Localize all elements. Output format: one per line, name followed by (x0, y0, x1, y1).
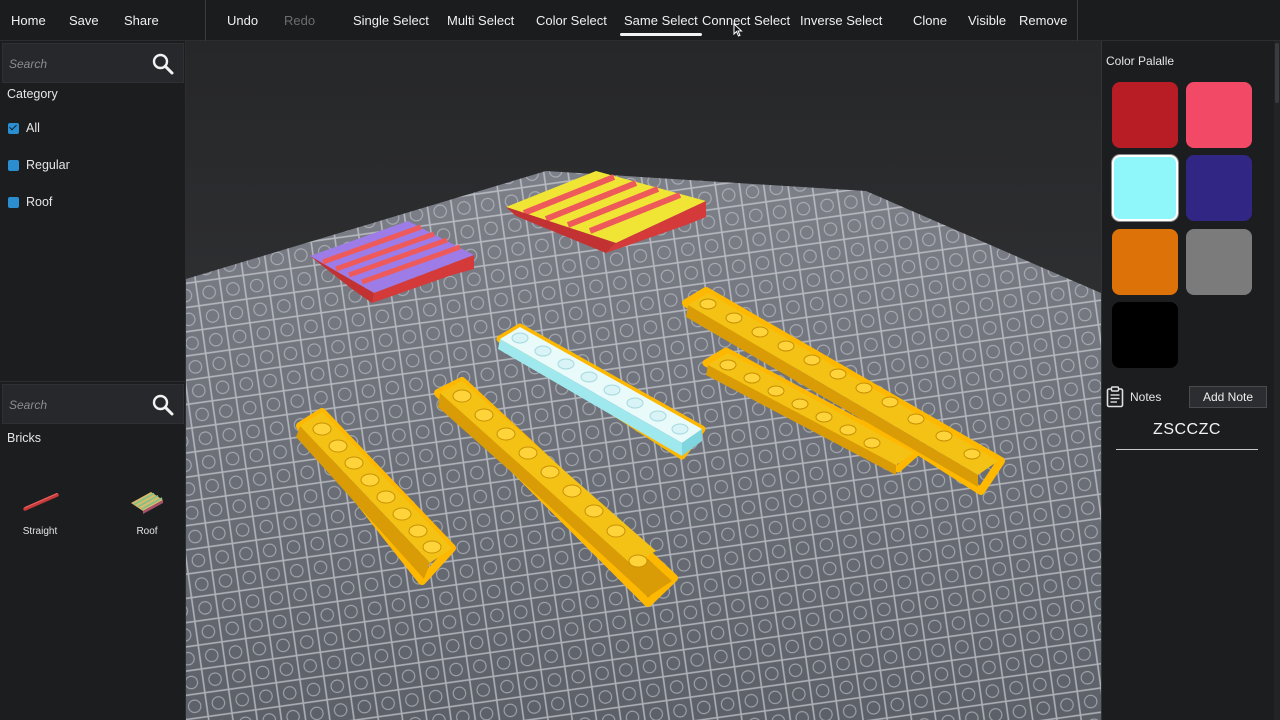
brick-search-input[interactable] (9, 394, 139, 416)
add-note-button[interactable]: Add Note (1189, 386, 1267, 408)
left-panel: Category All Regular Roof Bricks Straigh… (0, 41, 186, 720)
mouse-cursor-icon (733, 23, 743, 37)
category-search-input[interactable] (9, 53, 139, 75)
inverse-select-button[interactable]: Inverse Select (800, 0, 882, 41)
edit-actions-group: Undo Redo Single Select Multi Select Col… (206, 0, 1078, 41)
search-icon[interactable] (151, 393, 175, 417)
redo-button[interactable]: Redo (284, 0, 315, 41)
straight-brick-icon (23, 493, 59, 511)
color-swatch-gray[interactable] (1186, 229, 1252, 295)
color-swatch-red[interactable] (1112, 82, 1178, 148)
3d-viewport[interactable] (186, 41, 1101, 720)
checkbox-checked-icon (8, 122, 19, 134)
visible-button[interactable]: Visible (968, 0, 1006, 41)
category-roof-checkbox[interactable]: Roof (8, 194, 52, 210)
category-label: All (26, 121, 40, 135)
home-button[interactable]: Home (11, 0, 46, 41)
category-search (2, 43, 184, 83)
category-label: Roof (26, 195, 53, 209)
panel-divider (0, 381, 186, 382)
category-title: Category (7, 87, 58, 101)
color-swatch-indigo[interactable] (1186, 155, 1252, 221)
save-button[interactable]: Save (69, 0, 99, 41)
color-swatch-cyan[interactable] (1112, 155, 1178, 221)
clone-button[interactable]: Clone (913, 0, 947, 41)
top-toolbar: Home Save Share Undo Redo Single Select … (0, 0, 1280, 41)
multi-select-button[interactable]: Multi Select (447, 0, 514, 41)
clipboard-icon (1106, 386, 1124, 408)
connect-select-button[interactable]: Connect Select (702, 0, 790, 41)
checkbox-unchecked-icon (8, 159, 19, 171)
brick-label: Straight (22, 526, 58, 537)
palette-title: Color Palalle (1106, 54, 1175, 68)
color-select-button[interactable]: Color Select (536, 0, 607, 41)
brick-roof[interactable]: Roof (117, 481, 177, 551)
color-swatch-pink[interactable] (1186, 82, 1252, 148)
notes-label: Notes (1130, 390, 1162, 404)
brick-straight[interactable]: Straight (10, 481, 70, 551)
same-select-button[interactable]: Same Select (620, 0, 702, 41)
undo-button[interactable]: Undo (227, 0, 258, 41)
remove-button[interactable]: Remove (1019, 0, 1067, 41)
notes-header: Notes (1106, 386, 1161, 408)
color-swatch-orange[interactable] (1112, 229, 1178, 295)
color-swatch-black[interactable] (1112, 302, 1178, 368)
category-all-checkbox[interactable]: All (8, 120, 40, 136)
search-icon[interactable] (151, 52, 175, 76)
checkbox-unchecked-icon (8, 196, 19, 208)
share-button[interactable]: Share (124, 0, 159, 41)
file-actions-group: Home Save Share (0, 0, 206, 41)
roof-brick-icon (131, 492, 163, 514)
category-regular-checkbox[interactable]: Regular (8, 157, 70, 173)
single-select-button[interactable]: Single Select (353, 0, 429, 41)
note-underline (1116, 449, 1258, 450)
scene-canvas[interactable] (186, 41, 1101, 720)
bricks-title: Bricks (7, 431, 42, 445)
brick-search (2, 384, 184, 424)
brick-label: Roof (136, 526, 158, 537)
right-panel: Color Palalle Notes Add Note ZSCCZC (1101, 41, 1280, 720)
scrollbar-thumb[interactable] (1275, 43, 1279, 103)
note-text[interactable]: ZSCCZC (1116, 421, 1258, 439)
category-label: Regular (26, 158, 70, 172)
right-panel-scrollbar[interactable] (1274, 41, 1280, 720)
